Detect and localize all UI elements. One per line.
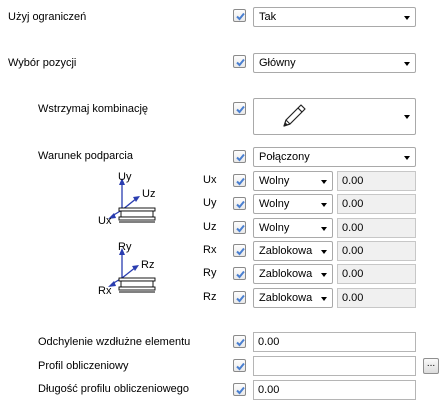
dof-uy-checkbox[interactable] <box>233 197 246 210</box>
dof-uz-mode-dropdown[interactable]: Wolny <box>253 218 333 238</box>
support-condition-checkbox[interactable] <box>233 150 246 163</box>
chevron-down-icon <box>321 203 327 207</box>
position-choice-checkbox[interactable] <box>233 55 246 68</box>
position-choice-value: Główny <box>259 57 296 69</box>
deviation-label: Odchylenie wzdłużne elementu <box>38 336 191 348</box>
diagram-uz-label: Uz <box>142 188 156 200</box>
chevron-down-icon <box>321 250 327 254</box>
checkmark-icon <box>236 362 245 371</box>
dof-rx-mode: Zablokowa <box>259 245 313 257</box>
dof-uy-label: Uy <box>203 197 217 209</box>
checkmark-icon <box>236 224 245 233</box>
use-limits-value: Tak <box>259 11 277 23</box>
checkmark-icon <box>236 338 245 347</box>
dof-ry-label: Ry <box>203 267 217 279</box>
checkmark-icon <box>236 12 245 21</box>
dof-rx-value: 0.00 <box>342 245 364 257</box>
dof-ux-checkbox[interactable] <box>233 174 246 187</box>
dof-rx-checkbox[interactable] <box>233 244 246 257</box>
dof-ux-label: Ux <box>203 174 217 186</box>
dof-ux-mode: Wolny <box>259 175 290 187</box>
dof-uy-mode: Wolny <box>259 198 290 210</box>
use-limits-label: Użyj ograniczeń <box>8 11 87 23</box>
checkmark-icon <box>236 200 245 209</box>
design-profile-input[interactable] <box>253 356 416 376</box>
dof-uz-value-field[interactable]: 0.00 <box>337 218 416 238</box>
design-profile-length-value: 0.00 <box>258 384 280 396</box>
design-profile-length-checkbox[interactable] <box>233 383 246 396</box>
dof-ux-mode-dropdown[interactable]: Wolny <box>253 171 333 191</box>
dof-rz-mode-dropdown[interactable]: Zablokowa <box>253 288 333 308</box>
dof-ry-checkbox[interactable] <box>233 267 246 280</box>
deviation-input[interactable]: 0.00 <box>253 332 416 352</box>
design-profile-label: Profil obliczeniowy <box>38 360 129 372</box>
dof-rx-label: Rx <box>203 244 217 256</box>
dof-rx-value-field[interactable]: 0.00 <box>337 241 416 261</box>
suspend-combination-label: Wstrzymaj kombinację <box>38 103 149 115</box>
support-condition-dropdown[interactable]: Połączony <box>253 147 416 167</box>
chevron-down-icon <box>321 297 327 301</box>
use-limits-checkbox[interactable] <box>233 9 246 22</box>
design-profile-length-input[interactable]: 0.00 <box>253 380 416 400</box>
dof-ry-value: 0.00 <box>342 268 364 280</box>
position-choice-label: Wybór pozycji <box>8 57 77 69</box>
checkmark-icon <box>236 247 245 256</box>
checkmark-icon <box>236 270 245 279</box>
dof-rz-value: 0.00 <box>342 292 364 304</box>
deviation-value: 0.00 <box>258 336 280 348</box>
deviation-checkbox[interactable] <box>233 335 246 348</box>
diagram-rz-label: Rz <box>141 259 155 271</box>
chevron-down-icon <box>404 62 410 66</box>
pencil-icon <box>283 104 306 127</box>
chevron-down-icon <box>404 115 410 119</box>
dof-uz-value: 0.00 <box>342 222 364 234</box>
dof-rz-value-field[interactable]: 0.00 <box>337 288 416 308</box>
suspend-combination-dropdown[interactable] <box>253 98 416 135</box>
diagram-rx-label: Rx <box>98 285 112 297</box>
chevron-down-icon <box>321 227 327 231</box>
dof-uz-mode: Wolny <box>259 222 290 234</box>
dof-uy-mode-dropdown[interactable]: Wolny <box>253 194 333 214</box>
design-profile-checkbox[interactable] <box>233 359 246 372</box>
design-profile-length-label: Długość profilu obliczeniowego <box>38 383 190 395</box>
dof-rz-checkbox[interactable] <box>233 291 246 304</box>
dof-uy-value: 0.00 <box>342 198 364 210</box>
suspend-combination-checkbox[interactable] <box>233 102 246 115</box>
diagram-ry-label: Ry <box>118 241 132 253</box>
diagram-ux-label: Ux <box>98 215 112 227</box>
checkmark-icon <box>236 177 245 186</box>
checkmark-icon <box>236 386 245 395</box>
chevron-down-icon <box>404 16 410 20</box>
dof-ry-mode-dropdown[interactable]: Zablokowa <box>253 264 333 284</box>
dof-uz-label: Uz <box>203 221 217 233</box>
support-condition-label: Warunek podparcia <box>38 150 133 162</box>
dof-uy-value-field[interactable]: 0.00 <box>337 194 416 214</box>
chevron-down-icon <box>321 180 327 184</box>
use-limits-dropdown[interactable]: Tak <box>253 7 416 27</box>
chevron-down-icon <box>404 156 410 160</box>
dof-rx-mode-dropdown[interactable]: Zablokowa <box>253 241 333 261</box>
dof-ux-value: 0.00 <box>342 175 364 187</box>
checkmark-icon <box>236 294 245 303</box>
position-choice-dropdown[interactable]: Główny <box>253 53 416 73</box>
checkmark-icon <box>236 58 245 67</box>
dof-rz-mode: Zablokowa <box>259 292 313 304</box>
diagram-uy-label: Uy <box>118 171 132 183</box>
checkmark-icon <box>236 105 245 114</box>
browse-button[interactable]: ... <box>423 358 439 374</box>
checkmark-icon <box>236 153 245 162</box>
dof-ry-mode: Zablokowa <box>259 268 313 280</box>
chevron-down-icon <box>321 273 327 277</box>
support-condition-value: Połączony <box>259 151 310 163</box>
dof-ry-value-field[interactable]: 0.00 <box>337 264 416 284</box>
dof-uz-checkbox[interactable] <box>233 221 246 234</box>
dof-ux-value-field[interactable]: 0.00 <box>337 171 416 191</box>
dof-rz-label: Rz <box>203 291 217 303</box>
